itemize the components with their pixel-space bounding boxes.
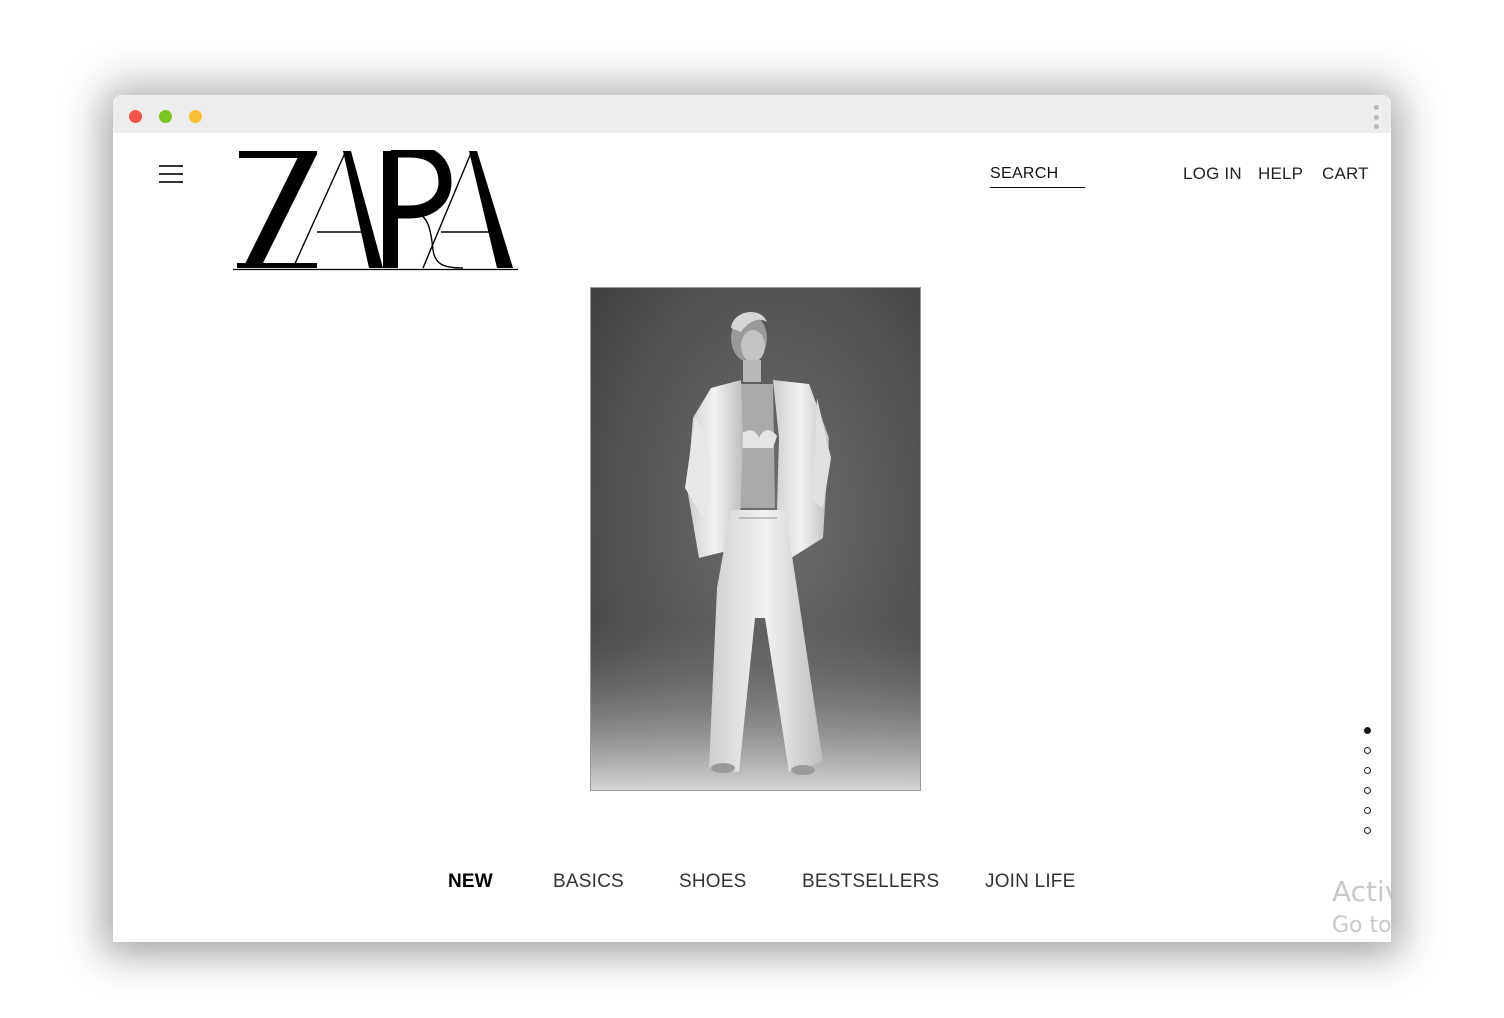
slide-dot[interactable] xyxy=(1364,767,1371,774)
close-window-button[interactable] xyxy=(129,110,142,123)
category-tab-basics[interactable]: BASICS xyxy=(553,871,624,893)
watermark-line-1: Activ xyxy=(1332,875,1391,908)
slide-dot[interactable] xyxy=(1364,827,1371,834)
category-tab-new[interactable]: NEW xyxy=(448,871,493,893)
menu-icon-bar xyxy=(159,173,183,175)
zara-logo[interactable] xyxy=(233,150,518,272)
menu-icon-bar xyxy=(159,165,183,167)
slide-dot[interactable] xyxy=(1364,747,1371,754)
kebab-dot xyxy=(1373,114,1379,120)
kebab-dot xyxy=(1373,105,1379,110)
help-link[interactable]: HELP xyxy=(1258,164,1303,184)
hero-image[interactable] xyxy=(590,287,921,791)
category-tab-bestsellers[interactable]: BESTSELLERS xyxy=(802,871,939,893)
login-link[interactable]: LOG IN xyxy=(1183,164,1242,184)
slide-dot[interactable] xyxy=(1364,787,1371,794)
search-field[interactable]: SEARCH xyxy=(990,165,1085,188)
menu-icon[interactable] xyxy=(159,165,183,183)
cart-link[interactable]: CART xyxy=(1322,164,1369,184)
browser-window: SEARCH LOG IN HELP CART NEW BASICS SHOES… xyxy=(113,95,1391,942)
kebab-menu-icon[interactable] xyxy=(1373,105,1379,129)
watermark-line-2: Go to xyxy=(1332,913,1391,938)
maximize-window-button[interactable] xyxy=(159,110,172,123)
kebab-dot xyxy=(1373,124,1379,129)
slide-dot[interactable] xyxy=(1364,807,1371,814)
search-label: SEARCH xyxy=(990,165,1059,182)
browser-titlebar xyxy=(113,95,1391,133)
category-tab-shoes[interactable]: SHOES xyxy=(679,871,747,893)
minimize-window-button[interactable] xyxy=(189,110,202,123)
menu-icon-bar xyxy=(159,181,183,183)
category-tab-join-life[interactable]: JOIN LIFE xyxy=(985,871,1075,893)
screenshot-stage: SEARCH LOG IN HELP CART NEW BASICS SHOES… xyxy=(0,0,1504,1018)
slide-dot[interactable] xyxy=(1364,727,1371,734)
hero-photo xyxy=(591,288,920,790)
